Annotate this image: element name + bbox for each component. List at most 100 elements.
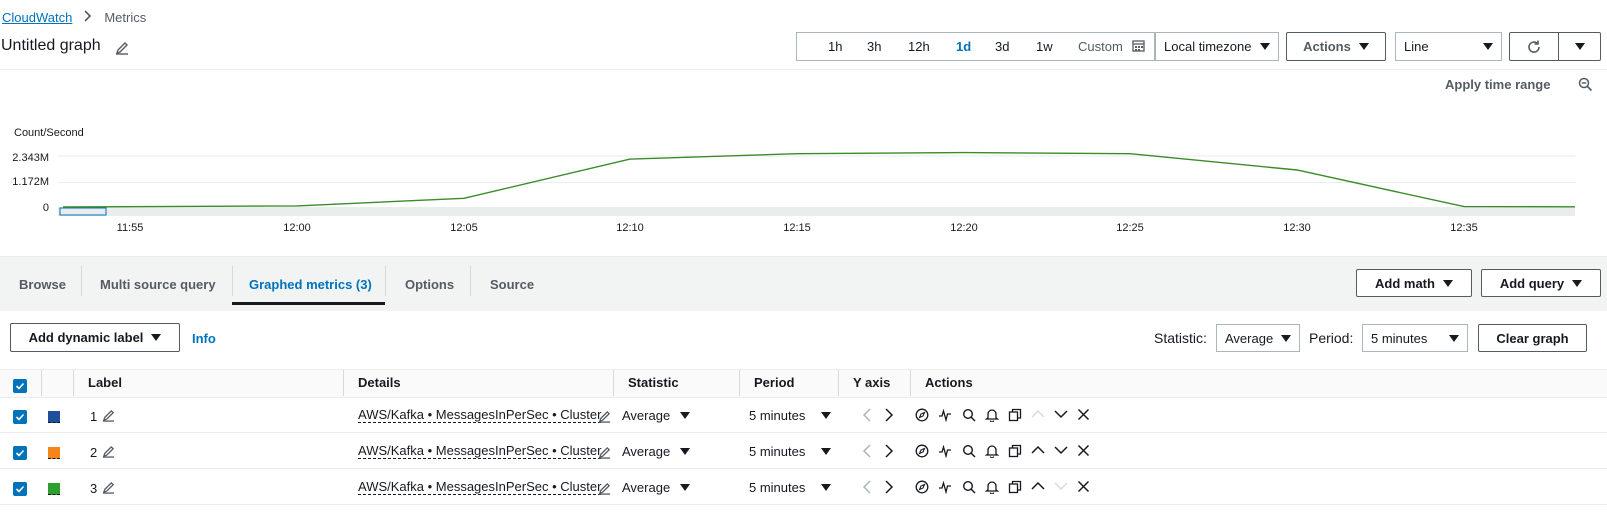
caret-down-icon xyxy=(1574,43,1585,50)
graph-title-row: Untitled graph xyxy=(1,37,129,55)
row-period-select[interactable]: 5 minutes xyxy=(749,480,831,495)
info-link[interactable]: Info xyxy=(192,331,216,346)
y-axis-left-icon[interactable] xyxy=(862,480,872,494)
x-axis-band xyxy=(58,207,1575,216)
y-axis-right-icon[interactable] xyxy=(884,408,894,422)
timezone-select[interactable]: Local timezone xyxy=(1155,32,1279,61)
range-custom[interactable]: Custom xyxy=(1078,39,1123,54)
graph-type-select[interactable]: Line xyxy=(1395,32,1502,61)
tab-graphed-metrics[interactable]: Graphed metrics (3) xyxy=(249,262,372,306)
x-tick-label: 11:55 xyxy=(117,222,144,234)
header-statistic[interactable]: Statistic xyxy=(628,375,679,390)
edit-label-icon[interactable] xyxy=(102,481,115,494)
add-math-label: Add math xyxy=(1375,275,1435,291)
search-icon[interactable] xyxy=(962,444,976,458)
actions-button[interactable]: Actions xyxy=(1286,32,1386,61)
y-axis-right-icon[interactable] xyxy=(884,480,894,494)
row-details[interactable]: AWS/Kafka • MessagesInPerSec • Cluster xyxy=(358,443,602,459)
clear-graph-button[interactable]: Clear graph xyxy=(1478,324,1587,352)
duplicate-icon[interactable] xyxy=(1008,480,1022,494)
range-1w[interactable]: 1w xyxy=(1036,39,1053,54)
bell-icon[interactable] xyxy=(985,444,999,458)
refresh-button[interactable] xyxy=(1509,32,1559,61)
bell-icon[interactable] xyxy=(985,480,999,494)
add-query-button[interactable]: Add query xyxy=(1481,269,1601,297)
caret-down-icon xyxy=(821,412,831,419)
range-3h[interactable]: 3h xyxy=(867,39,881,54)
search-icon[interactable] xyxy=(962,408,976,422)
tab-browse[interactable]: Browse xyxy=(19,262,66,306)
row-period-select[interactable]: 5 minutes xyxy=(749,408,831,423)
search-icon[interactable] xyxy=(962,480,976,494)
range-3d[interactable]: 3d xyxy=(995,39,1009,54)
row-statistic-select[interactable]: Average xyxy=(622,444,690,459)
edit-label-icon[interactable] xyxy=(102,445,115,458)
series-color-swatch[interactable] xyxy=(48,411,60,423)
breadcrumb-cloudwatch-link[interactable]: CloudWatch xyxy=(2,10,72,25)
series-color-swatch[interactable] xyxy=(48,483,60,495)
header-y-axis[interactable]: Y axis xyxy=(853,375,890,390)
y-axis-left-icon[interactable] xyxy=(862,444,872,458)
explore-icon[interactable] xyxy=(915,480,929,494)
range-1d[interactable]: 1d xyxy=(956,39,971,54)
x-tick-label: 12:25 xyxy=(1116,222,1144,234)
row-checkbox[interactable] xyxy=(13,410,27,424)
anomaly-detection-icon[interactable] xyxy=(938,480,952,494)
move-down-icon[interactable] xyxy=(1054,445,1068,455)
tab-options[interactable]: Options xyxy=(405,262,454,306)
duplicate-icon[interactable] xyxy=(1008,408,1022,422)
header-period[interactable]: Period xyxy=(754,375,794,390)
explore-icon[interactable] xyxy=(915,408,929,422)
header-details[interactable]: Details xyxy=(358,375,401,390)
calendar-icon[interactable] xyxy=(1132,39,1145,55)
remove-icon[interactable] xyxy=(1077,444,1090,457)
row-checkbox[interactable] xyxy=(13,482,27,496)
select-all-checkbox[interactable] xyxy=(13,379,27,393)
row-label: 3 xyxy=(90,481,98,496)
move-up-icon[interactable] xyxy=(1031,409,1045,419)
row-details[interactable]: AWS/Kafka • MessagesInPerSec • Cluster xyxy=(358,479,602,495)
move-down-icon[interactable] xyxy=(1054,481,1068,491)
row-checkbox[interactable] xyxy=(13,446,27,460)
explore-icon[interactable] xyxy=(915,444,929,458)
range-1h[interactable]: 1h xyxy=(828,39,842,54)
column-divider xyxy=(613,370,614,396)
add-dynamic-label-button[interactable]: Add dynamic label xyxy=(10,323,180,352)
row-statistic-select[interactable]: Average xyxy=(622,480,690,495)
x-tick-label: 12:35 xyxy=(1450,222,1478,234)
row-statistic-value: Average xyxy=(622,408,671,423)
duplicate-icon[interactable] xyxy=(1008,444,1022,458)
row-period-select[interactable]: 5 minutes xyxy=(749,444,831,459)
remove-icon[interactable] xyxy=(1077,480,1090,493)
move-down-icon[interactable] xyxy=(1054,409,1068,419)
page-title: Untitled graph xyxy=(1,37,101,54)
bell-icon[interactable] xyxy=(985,408,999,422)
range-12h[interactable]: 12h xyxy=(908,39,930,54)
clear-graph-label: Clear graph xyxy=(1496,330,1569,346)
edit-details-icon[interactable] xyxy=(598,482,611,495)
edit-title-icon[interactable] xyxy=(115,41,129,55)
anomaly-detection-icon[interactable] xyxy=(938,408,952,422)
add-math-button[interactable]: Add math xyxy=(1356,269,1472,297)
series-color-swatch[interactable] xyxy=(48,447,60,459)
y-axis-left-icon[interactable] xyxy=(862,408,872,422)
move-up-icon[interactable] xyxy=(1031,481,1045,491)
anomaly-detection-icon[interactable] xyxy=(938,444,952,458)
tab-multi-source-query[interactable]: Multi source query xyxy=(100,262,216,306)
move-up-icon[interactable] xyxy=(1031,445,1045,455)
row-period-value: 5 minutes xyxy=(749,444,806,459)
period-select[interactable]: 5 minutes xyxy=(1362,324,1468,352)
refresh-options-button[interactable] xyxy=(1558,32,1601,61)
tab-source[interactable]: Source xyxy=(490,262,534,306)
row-details[interactable]: AWS/Kafka • MessagesInPerSec • Cluster xyxy=(358,407,602,423)
edit-details-icon[interactable] xyxy=(598,446,611,459)
y-axis-right-icon[interactable] xyxy=(884,444,894,458)
tab-divider xyxy=(81,266,82,296)
edit-label-icon[interactable] xyxy=(102,409,115,422)
edit-details-icon[interactable] xyxy=(598,410,611,423)
statistic-select[interactable]: Average xyxy=(1216,324,1300,352)
caret-down-icon xyxy=(1449,334,1459,342)
remove-icon[interactable] xyxy=(1077,408,1090,421)
header-label[interactable]: Label xyxy=(88,375,122,390)
row-statistic-select[interactable]: Average xyxy=(622,408,690,423)
